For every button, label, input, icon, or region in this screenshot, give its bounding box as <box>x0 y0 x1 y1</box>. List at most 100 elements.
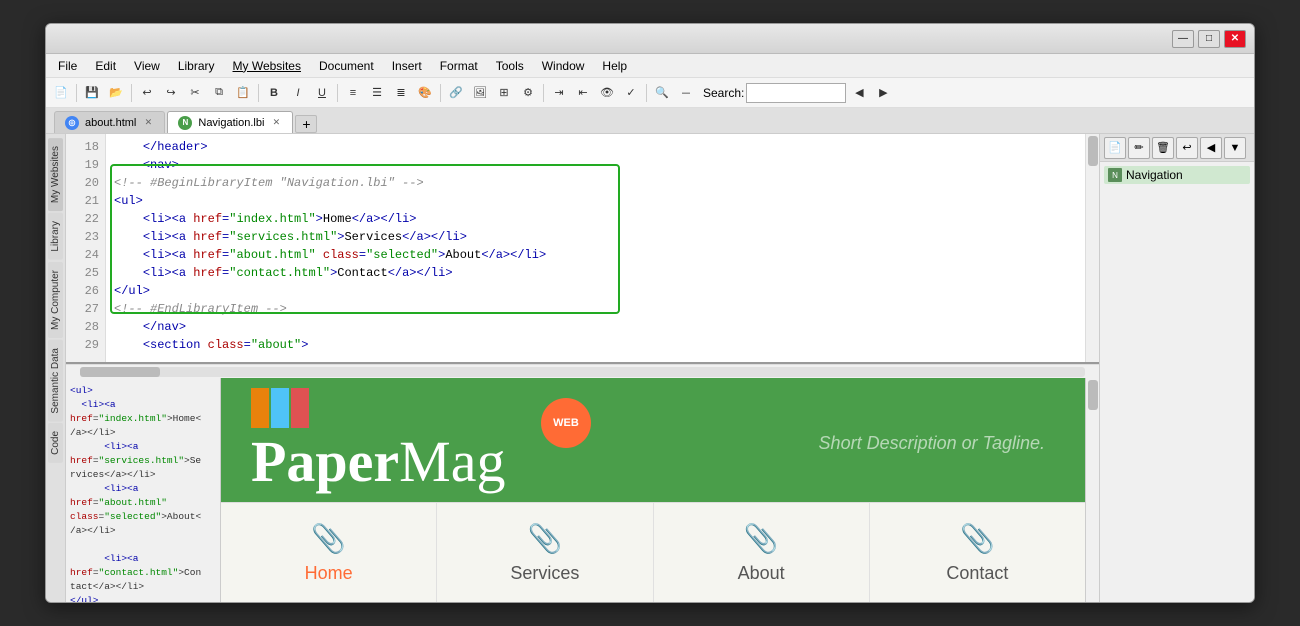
left-code-line-7: rvices</a></li> <box>70 468 216 482</box>
toolbar-bold[interactable]: B <box>263 82 285 104</box>
edge-tab-code[interactable]: Code <box>48 423 63 463</box>
toolbar-copy[interactable]: ⧉ <box>208 82 230 104</box>
file-panel-btn-5[interactable]: ◀ <box>1200 137 1222 159</box>
preview-vscroll[interactable] <box>1085 378 1099 602</box>
toolbar-outdent[interactable]: ⇤ <box>572 82 594 104</box>
tab-about-html[interactable]: ◎ about.html ✕ <box>54 111 165 133</box>
menu-library[interactable]: Library <box>170 57 223 75</box>
left-code-line-4: /a></li> <box>70 426 216 440</box>
menu-window[interactable]: Window <box>534 57 593 75</box>
toolbar-image[interactable]: 🖼 <box>469 82 491 104</box>
menu-tools[interactable]: Tools <box>488 57 532 75</box>
h-scroll-area[interactable] <box>66 364 1099 378</box>
search-input[interactable] <box>746 83 846 103</box>
toolbar-search-btn[interactable]: 🔍 <box>651 82 673 104</box>
menu-format[interactable]: Format <box>432 57 486 75</box>
editor-area: 18 19 20 21 22 23 24 25 26 27 28 29 </he… <box>66 134 1099 602</box>
minimize-button[interactable]: — <box>1172 30 1194 48</box>
tab-about-label: about.html <box>85 117 136 129</box>
code-line-20: <!-- #BeginLibraryItem "Navigation.lbi" … <box>114 174 1077 192</box>
menu-bar: File Edit View Library My Websites Docum… <box>46 54 1254 78</box>
file-panel-btn-1[interactable]: 📄 <box>1104 137 1126 159</box>
file-panel-btn-2[interactable]: ✏ <box>1128 137 1150 159</box>
nav-services[interactable]: 📎 Services <box>437 503 653 602</box>
file-panel-btn-6[interactable]: ▼ <box>1224 137 1246 159</box>
line-23: 23 <box>66 228 105 246</box>
h-scroll-thumb[interactable] <box>80 367 160 377</box>
toolbar-list-ul[interactable]: ☰ <box>366 82 388 104</box>
preview-vscroll-thumb[interactable] <box>1088 380 1098 410</box>
edge-tab-semantic[interactable]: Semantic Data <box>48 340 63 422</box>
edge-tab-my-computer[interactable]: My Computer <box>48 262 63 338</box>
file-panel-toolbar: 📄 ✏ 🗑 ↩ ◀ ▼ <box>1100 134 1254 162</box>
file-panel-btn-4[interactable]: ↩ <box>1176 137 1198 159</box>
code-line-24: <li><a href="about.html" class="selected… <box>114 246 1077 264</box>
nav-home[interactable]: 📎 Home <box>221 503 437 602</box>
toolbar-align[interactable]: ≡ <box>342 82 364 104</box>
maximize-button[interactable]: □ <box>1198 30 1220 48</box>
main-window: — □ ✕ File Edit View Library My Websites… <box>45 23 1255 603</box>
toolbar-nav-prev[interactable]: ◀ <box>848 82 870 104</box>
left-code-line-2: <li><a <box>70 398 216 412</box>
toolbar-preview[interactable]: 👁 <box>596 82 618 104</box>
toolbar-zoom-out[interactable]: － <box>675 82 697 104</box>
color-block-red <box>291 388 309 428</box>
close-button[interactable]: ✕ <box>1224 30 1246 48</box>
code-content[interactable]: </header> <nav> <!-- #BeginLibraryItem "… <box>106 134 1085 362</box>
window-controls: — □ ✕ <box>1172 30 1246 48</box>
toolbar-italic[interactable]: I <box>287 82 309 104</box>
toolbar-save[interactable]: 💾 <box>81 82 103 104</box>
preview-area: PaperMag WEB Short Description or Taglin… <box>221 378 1085 602</box>
toolbar-open[interactable]: 📂 <box>105 82 127 104</box>
toolbar-underline[interactable]: U <box>311 82 333 104</box>
code-vscroll[interactable] <box>1085 134 1099 362</box>
left-code-line-11: /a></li> <box>70 524 216 538</box>
preview-nav: 📎 Home 📎 Services 📎 About 📎 <box>221 502 1085 602</box>
brand-bold: Paper <box>251 429 399 494</box>
chrome-icon: ◎ <box>65 116 79 130</box>
color-blocks <box>251 388 309 428</box>
toolbar-undo[interactable]: ↩ <box>136 82 158 104</box>
code-line-19: <nav> <box>114 156 1077 174</box>
toolbar-validate[interactable]: ✓ <box>620 82 642 104</box>
edge-tab-library[interactable]: Library <box>48 213 63 260</box>
menu-my-websites[interactable]: My Websites <box>225 57 309 75</box>
tab-navigation-lbi[interactable]: N Navigation.lbi ✕ <box>167 111 293 133</box>
toolbar-gear[interactable]: ⚙ <box>517 82 539 104</box>
nav-about[interactable]: 📎 About <box>654 503 870 602</box>
edge-tab-my-websites[interactable]: My Websites <box>48 138 63 211</box>
toolbar-btn-1[interactable]: 📄 <box>50 82 72 104</box>
toolbar-paste[interactable]: 📋 <box>232 82 254 104</box>
toolbar-table[interactable]: ⊞ <box>493 82 515 104</box>
toolbar-color[interactable]: 🎨 <box>414 82 436 104</box>
tab-bar: ◎ about.html ✕ N Navigation.lbi ✕ + <box>46 108 1254 134</box>
tab-about-close[interactable]: ✕ <box>142 117 154 129</box>
tab-new-button[interactable]: + <box>295 115 317 133</box>
nav-services-label: Services <box>510 563 579 584</box>
menu-view[interactable]: View <box>126 57 168 75</box>
toolbar-link[interactable]: 🔗 <box>445 82 467 104</box>
tab-navigation-close[interactable]: ✕ <box>270 117 282 129</box>
menu-help[interactable]: Help <box>594 57 635 75</box>
line-26: 26 <box>66 282 105 300</box>
menu-edit[interactable]: Edit <box>87 57 124 75</box>
clip-icon-about: 📎 <box>744 522 779 555</box>
file-panel: 📄 ✏ 🗑 ↩ ◀ ▼ N Navigation <box>1099 134 1254 602</box>
left-code-line-12 <box>70 538 216 552</box>
vscroll-thumb[interactable] <box>1088 136 1098 166</box>
file-item-navigation[interactable]: N Navigation <box>1104 166 1250 184</box>
toolbar-list-ol[interactable]: ≣ <box>390 82 412 104</box>
nav-contact[interactable]: 📎 Contact <box>870 503 1085 602</box>
menu-insert[interactable]: Insert <box>384 57 430 75</box>
line-27: 27 <box>66 300 105 318</box>
sep4 <box>337 84 338 102</box>
toolbar-indent[interactable]: ⇥ <box>548 82 570 104</box>
file-panel-btn-3[interactable]: 🗑 <box>1152 137 1174 159</box>
toolbar-redo[interactable]: ↪ <box>160 82 182 104</box>
h-scroll-track <box>80 367 1085 377</box>
menu-file[interactable]: File <box>50 57 85 75</box>
toolbar-nav-next[interactable]: ▶ <box>872 82 894 104</box>
toolbar-cut[interactable]: ✂ <box>184 82 206 104</box>
left-code-line-16: </ul> <box>70 594 216 602</box>
menu-document[interactable]: Document <box>311 57 382 75</box>
